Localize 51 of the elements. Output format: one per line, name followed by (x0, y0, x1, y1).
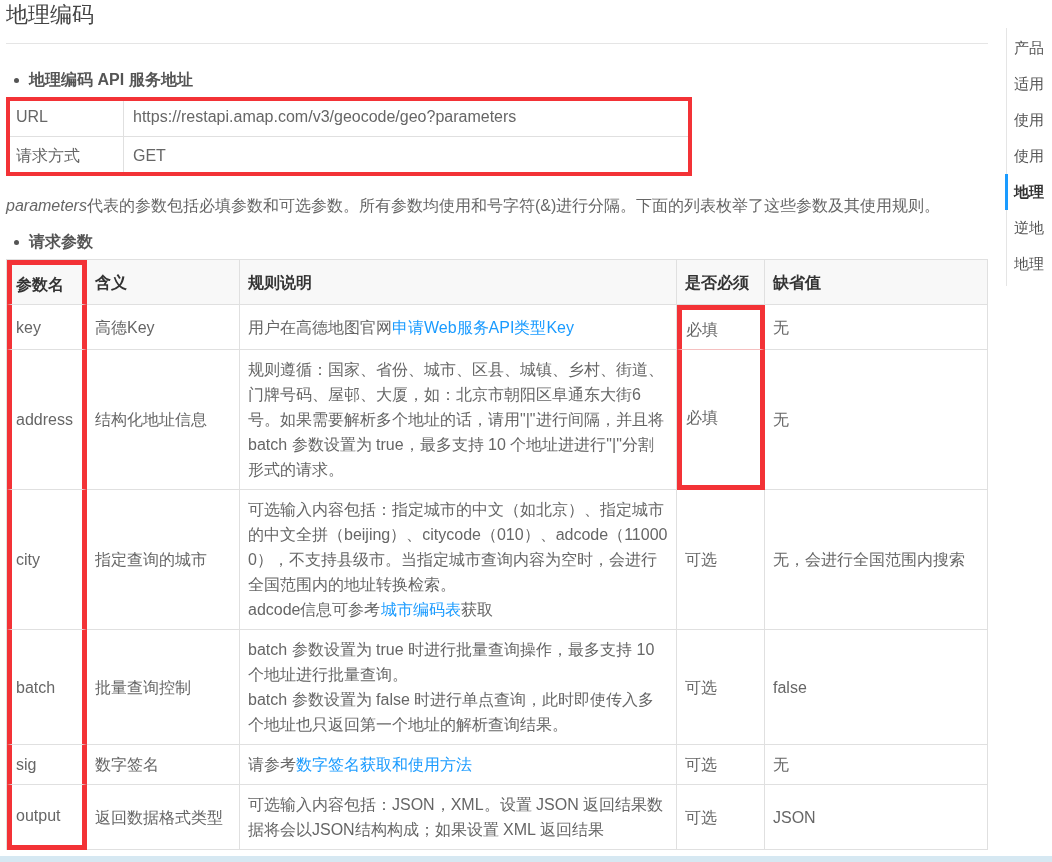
section-heading: 请求参数 (29, 232, 93, 252)
table-cell: 返回数据格式类型 (87, 785, 240, 850)
table-cell: key (7, 305, 87, 350)
section-heading: 地理编码 API 服务地址 (29, 70, 193, 90)
rule-text: batch 参数设置为 true 时进行批量查询操作，最多支持 10 个地址进行批量查询。 (248, 641, 655, 683)
table-cell: 结构化地址信息 (87, 350, 240, 490)
column-header: 参数名 (7, 260, 87, 305)
rule-text: 规则遵循：国家、省份、城市、区县、城镇、乡村、街道、门牌号码、屋邨、大厦，如：北京市朝阳区阜通东大街6号。如果需要解析多个地址的话，请用"|"进行间隔，并且将 batch 参数设置为 true，最多支持 10 个地址进进行"|"分割形式的请求。 (248, 361, 664, 478)
table-cell: 无，会进行全国范围内搜索 (765, 490, 988, 630)
sidebar-item[interactable]: 产品 (1005, 30, 1044, 66)
table-cell: 批量查询控制 (87, 630, 240, 745)
rule-text: adcode信息可参考 (248, 601, 381, 618)
table-cell: sig (7, 745, 87, 785)
sidebar-item[interactable]: 逆地 (1005, 210, 1044, 246)
table-cell: 必填 (677, 305, 765, 350)
table-cell: 数字签名 (87, 745, 240, 785)
sidebar-item[interactable]: 地理 (1005, 174, 1044, 210)
table-cell: city (7, 490, 87, 630)
sidebar-item[interactable]: 地理 (1005, 246, 1044, 282)
table-cell: 无 (765, 350, 988, 490)
table-cell: 必填 (677, 350, 765, 490)
table-cell: 可选 (677, 490, 765, 630)
page-title: 地理编码 (6, 1, 95, 29)
rule-text: batch 参数设置为 false 时进行单点查询，此时即使传入多个地址也只返回第一个地址的解析查询结果。 (248, 691, 655, 733)
column-header: 是否必须 (677, 260, 765, 305)
column-header: 含义 (87, 260, 240, 305)
intro-text: parameters代表的参数包括必填参数和可选参数。所有参数均使用和号字符(&)进行分隔。下面的列表枚举了这些参数及其使用规则。 (6, 196, 942, 216)
sidebar-item[interactable]: 适用 (1005, 66, 1044, 102)
table-cell: JSON (765, 785, 988, 850)
sidebar-item[interactable]: 使用 (1005, 138, 1044, 174)
column-header: 缺省值 (765, 260, 988, 305)
column-header: 规则说明 (240, 260, 677, 305)
table-cell: 无 (765, 745, 988, 785)
table-cell: 可选 (677, 785, 765, 850)
table-cell: batch (7, 630, 87, 745)
table-cell: 可选 (677, 630, 765, 745)
table-cell: 无 (765, 305, 988, 350)
rule-text: 请参考 (248, 756, 296, 773)
table-cell: 指定查询的城市 (87, 490, 240, 630)
table-cell: false (765, 630, 988, 745)
rule-text: 获取 (460, 601, 493, 618)
rule-text: 用户在高德地图官网 (248, 318, 392, 336)
table-cell: output (7, 785, 87, 850)
rule-text: 可选输入内容包括：JSON，XML。设置 JSON 返回结果数据将会以JSON结构构成；如果设置 XML 返回结果 (248, 796, 664, 838)
sidebar-item[interactable]: 使用 (1005, 102, 1044, 138)
bullet-icon (14, 78, 19, 83)
table-cell: 可选 (677, 745, 765, 785)
rule-text: 可选输入内容包括：指定城市的中文（如北京）、指定城市的中文全拼（beijing）、citycode（010）、adcode（110000），不支持县级市。当指定城市查询内容为空时，会进行全国范围内的地址转换检索。 (248, 501, 668, 593)
table-cell: address (7, 350, 87, 490)
bullet-icon (14, 240, 19, 245)
table-cell: 高德Key (87, 305, 240, 350)
